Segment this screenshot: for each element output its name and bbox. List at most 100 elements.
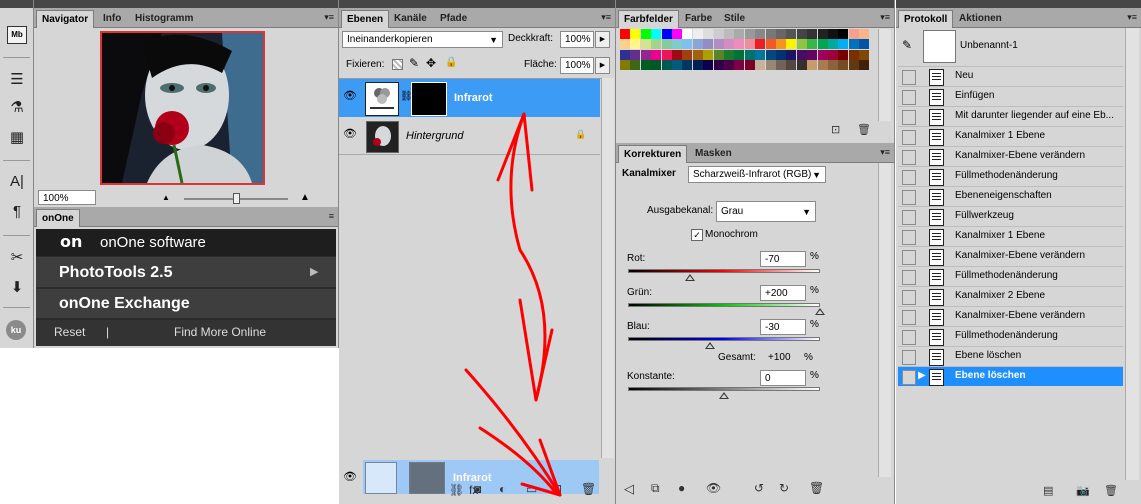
color-swatch[interactable] — [817, 39, 828, 50]
new-document-icon[interactable]: ▤ — [1043, 484, 1053, 497]
panel-menu-icon[interactable]: ≡ — [320, 210, 334, 222]
color-swatch[interactable] — [651, 29, 662, 39]
color-swatch[interactable] — [807, 60, 818, 71]
color-swatch[interactable] — [692, 60, 703, 71]
preset-select[interactable]: Scharzweiß-Infrarot (RGB) ▼ — [688, 166, 826, 183]
snapshot-row[interactable]: ✎ Unbenannt-1 — [898, 28, 1123, 64]
color-swatch[interactable] — [724, 39, 734, 50]
color-swatch[interactable] — [713, 49, 724, 60]
history-item[interactable]: Ebeneneigenschaften — [898, 186, 1123, 206]
history-item[interactable]: Füllmethodenänderung — [898, 326, 1123, 346]
new-layer-icon[interactable]: ⊡ — [552, 482, 562, 496]
color-swatch[interactable] — [640, 29, 651, 39]
color-swatch[interactable] — [713, 29, 724, 39]
color-swatch[interactable] — [713, 39, 724, 50]
history-source-checkbox[interactable] — [902, 250, 916, 265]
tab-styles[interactable]: Stile — [719, 10, 750, 27]
color-swatch[interactable] — [724, 29, 734, 39]
blend-mode-select[interactable]: Ineinanderkopieren ▼ — [342, 31, 503, 48]
red-slider-thumb[interactable] — [685, 274, 696, 281]
add-mask-icon[interactable]: ◙ — [474, 482, 481, 496]
color-swatch[interactable] — [744, 29, 755, 39]
color-swatch[interactable] — [859, 29, 870, 39]
color-swatch[interactable] — [620, 60, 630, 71]
color-swatch[interactable] — [692, 29, 703, 39]
color-swatch[interactable] — [651, 49, 662, 60]
color-swatch[interactable] — [786, 39, 797, 50]
color-swatch[interactable] — [734, 60, 745, 71]
history-item[interactable]: Neu — [898, 66, 1123, 86]
tools-icon[interactable]: ✂ — [8, 248, 26, 266]
paragraph-icon[interactable]: ¶ — [8, 203, 26, 220]
history-source-checkbox[interactable] — [902, 230, 916, 245]
color-swatch[interactable] — [848, 49, 859, 60]
history-source-checkbox[interactable] — [902, 90, 916, 105]
color-swatch[interactable] — [724, 60, 734, 71]
output-channel-select[interactable]: Grau ▼ — [716, 201, 816, 222]
blue-slider-thumb[interactable] — [704, 342, 715, 349]
history-item[interactable]: Füllmethodenänderung — [898, 266, 1123, 286]
color-swatch[interactable] — [776, 29, 786, 39]
new-swatch-icon[interactable]: ⊡ — [831, 123, 840, 136]
color-swatch[interactable] — [817, 60, 828, 71]
clip-layer-icon[interactable]: ● — [678, 481, 685, 495]
red-field[interactable]: -70 — [760, 251, 806, 267]
color-swatch[interactable] — [682, 39, 693, 50]
color-swatch[interactable] — [828, 39, 838, 50]
color-swatch[interactable] — [640, 60, 651, 71]
history-source-checkbox[interactable] — [902, 350, 916, 365]
lock-all-icon[interactable]: 🔒 — [445, 57, 457, 68]
visibility-eye-icon[interactable]: 👁 — [342, 127, 358, 143]
red-slider[interactable] — [628, 269, 820, 273]
history-item[interactable]: Füllmethodenänderung — [898, 166, 1123, 186]
history-item[interactable]: Kanalmixer-Ebene verändern — [898, 146, 1123, 166]
color-swatch[interactable] — [828, 49, 838, 60]
color-swatch[interactable] — [755, 29, 766, 39]
adjust-icon[interactable]: ☰ — [8, 70, 26, 88]
constant-slider-thumb[interactable] — [719, 392, 729, 399]
opacity-field[interactable]: 100% — [560, 31, 594, 48]
color-swatch[interactable] — [620, 49, 630, 60]
color-swatch[interactable] — [786, 29, 797, 39]
snapshot-camera-icon[interactable]: 📷 — [1076, 484, 1090, 497]
tab-navigator[interactable]: Navigator — [36, 10, 95, 28]
color-swatch[interactable] — [796, 49, 807, 60]
color-swatch[interactable] — [672, 29, 682, 39]
history-source-checkbox[interactable] — [902, 150, 916, 165]
color-swatch[interactable] — [672, 49, 682, 60]
constant-field[interactable]: 0 — [760, 370, 806, 386]
color-swatch[interactable] — [786, 49, 797, 60]
history-item[interactable]: Ebene löschen — [898, 346, 1123, 366]
zoom-field[interactable]: 100% — [38, 190, 96, 205]
color-swatch[interactable] — [848, 60, 859, 71]
trash-icon[interactable]: 🗑 — [1104, 484, 1118, 497]
color-swatch[interactable] — [692, 39, 703, 50]
color-swatch[interactable] — [744, 49, 755, 60]
color-swatch[interactable] — [692, 49, 703, 60]
color-swatch[interactable] — [838, 39, 849, 50]
color-swatch[interactable] — [817, 49, 828, 60]
panel-menu-icon[interactable]: ▾≡ — [876, 146, 890, 158]
color-swatch[interactable] — [630, 39, 641, 50]
color-swatch[interactable] — [755, 49, 766, 60]
layers-scrollbar[interactable] — [601, 78, 614, 458]
layer-row-hintergrund[interactable]: 👁 Hintergrund 🔒 — [339, 118, 600, 155]
color-swatch[interactable] — [734, 39, 745, 50]
tab-swatches[interactable]: Farbfelder — [618, 10, 679, 28]
color-swatch[interactable] — [848, 29, 859, 39]
color-swatch[interactable] — [734, 29, 745, 39]
color-swatch[interactable] — [776, 39, 786, 50]
color-swatch[interactable] — [765, 29, 776, 39]
tab-info[interactable]: Info — [98, 10, 126, 27]
swatches-scrollbar[interactable] — [878, 29, 891, 121]
trash-icon[interactable]: 🗑 — [581, 482, 596, 496]
color-swatch[interactable] — [807, 29, 818, 39]
tab-channels[interactable]: Kanäle — [389, 10, 432, 27]
color-swatch[interactable] — [672, 60, 682, 71]
color-swatch[interactable] — [620, 39, 630, 50]
color-swatch[interactable] — [765, 60, 776, 71]
color-swatch[interactable] — [796, 29, 807, 39]
blue-field[interactable]: -30 — [760, 319, 806, 335]
color-swatch[interactable] — [630, 60, 641, 71]
group-folder-icon[interactable]: ▭ — [526, 482, 537, 496]
